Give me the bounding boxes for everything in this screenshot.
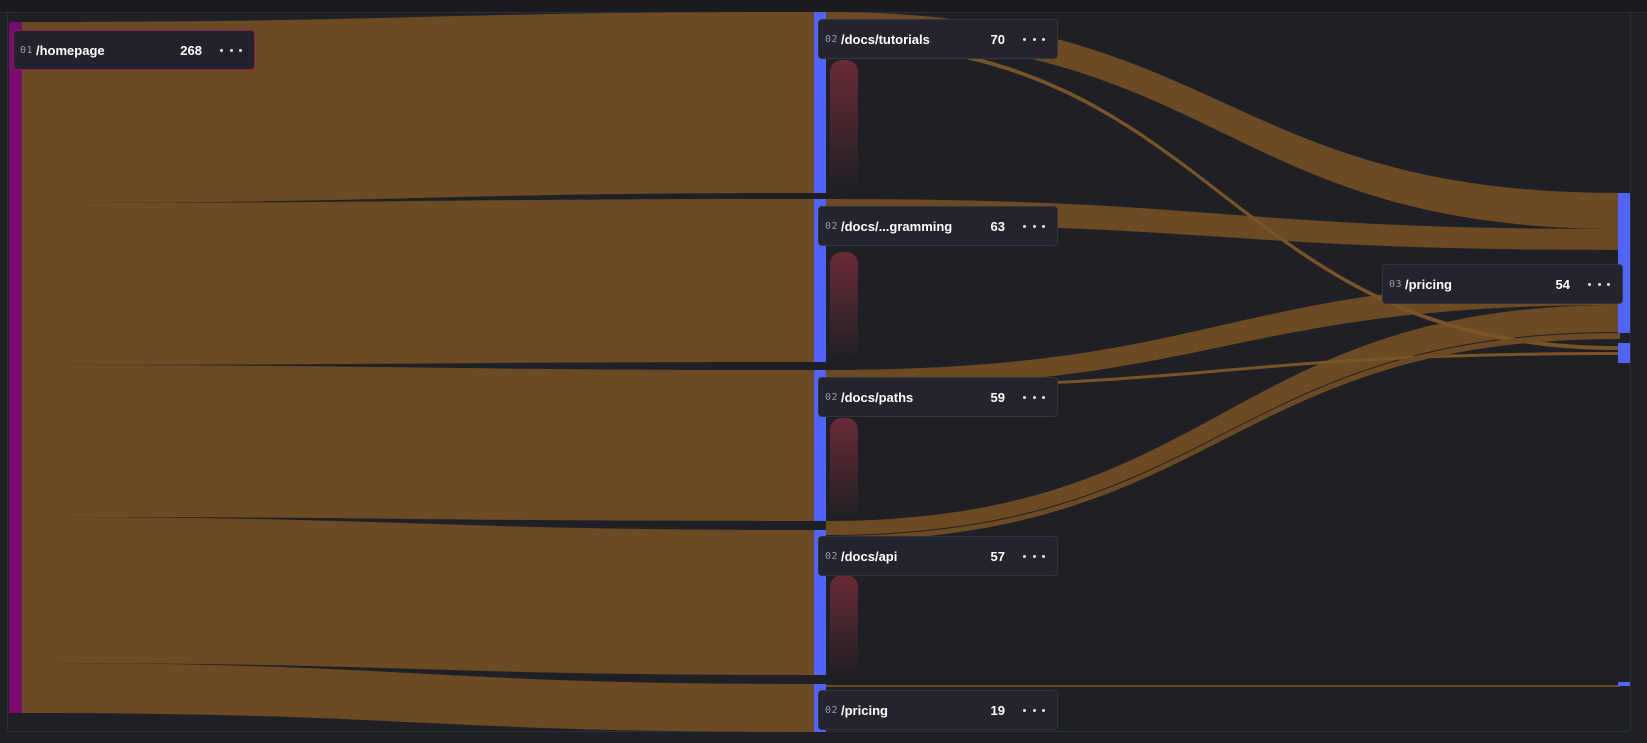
node-count: 63 <box>990 218 1005 234</box>
step-number: 02 <box>825 391 839 403</box>
node-card-docs-paths[interactable]: 02 /docs/paths 59 <box>818 377 1058 417</box>
ellipsis-icon[interactable] <box>1023 554 1045 558</box>
node-card-docs-tutorials[interactable]: 02 /docs/tutorials 70 <box>818 19 1058 59</box>
node-path: /pricing <box>841 702 888 718</box>
ellipsis-icon[interactable] <box>220 48 242 52</box>
step-number: 02 <box>825 550 839 562</box>
node-path: /docs/...gramming <box>841 218 953 234</box>
step-number: 02 <box>825 220 839 232</box>
node-bar-homepage <box>9 22 22 713</box>
node-card-docs-api[interactable]: 02 /docs/api 57 <box>818 536 1058 576</box>
node-path: /docs/paths <box>841 389 914 405</box>
step-number: 02 <box>825 33 839 45</box>
step-number: 03 <box>1389 278 1403 290</box>
step-number: 01 <box>20 44 34 56</box>
node-card-pricing-step3[interactable]: 03 /pricing 54 <box>1382 264 1623 304</box>
dropoff-tutorials <box>830 60 858 192</box>
dropoff-api <box>830 575 858 675</box>
flow-homepage-to-programming[interactable] <box>22 199 814 365</box>
node-card-homepage[interactable]: 01 /homepage 268 <box>13 30 255 70</box>
node-count: 59 <box>990 389 1005 405</box>
node-path: /pricing <box>1405 276 1452 292</box>
node-bar-bottom-small <box>1618 682 1630 686</box>
node-bar-pricing-step3 <box>1618 193 1630 333</box>
flow-api-thin[interactable] <box>826 333 1620 541</box>
ellipsis-icon[interactable] <box>1023 395 1045 399</box>
node-path: /docs/api <box>841 548 898 564</box>
node-card-pricing-step2[interactable]: 02 /pricing 19 <box>818 690 1058 730</box>
sankey-diagram: 01 /homepage 268 02 /docs/tutorials 70 0… <box>0 0 1647 743</box>
node-path: /docs/tutorials <box>841 31 930 47</box>
ellipsis-icon[interactable] <box>1023 224 1045 228</box>
flow-homepage-to-paths[interactable] <box>22 365 814 521</box>
flow-pricing-thin[interactable] <box>826 685 1620 687</box>
node-card-docs-programming[interactable]: 02 /docs/...gramming 63 <box>818 206 1058 246</box>
node-count: 54 <box>1555 276 1570 292</box>
dropoff-programming <box>830 252 858 360</box>
ellipsis-icon[interactable] <box>1023 37 1045 41</box>
dropoff-paths <box>830 418 858 520</box>
node-path: /homepage <box>36 42 105 58</box>
node-count: 57 <box>990 548 1005 564</box>
node-count: 70 <box>990 31 1005 47</box>
ellipsis-icon[interactable] <box>1588 282 1610 286</box>
node-count: 19 <box>990 702 1005 718</box>
flow-homepage-to-api[interactable] <box>22 517 814 675</box>
step-number: 02 <box>825 704 839 716</box>
node-count: 268 <box>180 42 202 58</box>
node-bar-pricing-step3-lower <box>1618 343 1630 363</box>
flows-layer <box>9 12 1630 732</box>
ellipsis-icon[interactable] <box>1023 708 1045 712</box>
